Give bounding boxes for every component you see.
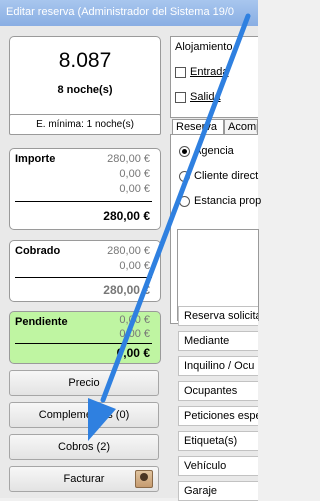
- field-etiquetas[interactable]: Etiqueta(s): [178, 431, 258, 451]
- facturar-label: Facturar: [63, 473, 105, 485]
- divider: [15, 201, 152, 202]
- total-panel: 8.087 8 noche(s): [9, 36, 161, 120]
- radio-button[interactable]: [179, 145, 190, 157]
- field-vehiculo[interactable]: Vehículo: [178, 456, 258, 476]
- divider: [15, 343, 152, 344]
- min-stay-label: E. mínima: 1 noche(s): [9, 114, 161, 135]
- window-title: Editar reserva (Administrador del Sistem…: [0, 0, 258, 26]
- field-garaje[interactable]: Garaje: [178, 481, 258, 501]
- radio-cliente-directo[interactable]: Cliente direct: [179, 170, 258, 182]
- user-icon: [135, 470, 153, 488]
- field-inquilino[interactable]: Inquilino / Ocu: [178, 356, 258, 376]
- cobrado-line: 280,00 €: [107, 245, 150, 257]
- alojamiento-group: Alojamiento Entrada Salida: [170, 36, 258, 118]
- nights-count: 8 noche(s): [57, 84, 113, 96]
- radio-label: Agencia: [194, 145, 234, 157]
- importe-panel: Importe 280,00 € 0,00 € 0,00 € 280,00 €: [9, 148, 161, 230]
- radio-estancia[interactable]: Estancia prop: [179, 195, 261, 207]
- importe-line: 280,00 €: [107, 153, 150, 165]
- pendiente-line: 0,00 €: [119, 328, 150, 340]
- radio-label: Estancia prop: [194, 195, 262, 207]
- cobrado-line: 0,00 €: [119, 260, 150, 272]
- entrada-checkbox[interactable]: [175, 66, 186, 78]
- cobrado-panel: Cobrado 280,00 € 0,00 € 280,00 €: [9, 240, 161, 302]
- field-ocupantes[interactable]: Ocupantes: [178, 381, 258, 401]
- radio-button[interactable]: [179, 170, 190, 182]
- pendiente-label: Pendiente: [15, 316, 68, 328]
- cobros-button[interactable]: Cobros (2): [9, 434, 159, 460]
- tab-strip: Reserva Acomp: [170, 119, 258, 135]
- field-reserva-solicitada[interactable]: Reserva solicitad: [178, 306, 258, 326]
- entrada-label: Entrada: [190, 66, 229, 78]
- pendiente-panel: Pendiente 0,00 € 0,00 € 0,00 €: [9, 311, 161, 364]
- alojamiento-title: Alojamiento: [175, 41, 233, 53]
- radio-agencia[interactable]: Agencia: [179, 145, 234, 157]
- pendiente-line: 0,00 €: [119, 314, 150, 326]
- field-peticiones[interactable]: Peticiones espe: [178, 406, 258, 426]
- precio-button[interactable]: Precio: [9, 370, 159, 396]
- radio-label: Cliente direct: [194, 170, 259, 182]
- pendiente-total: 0,00 €: [116, 346, 150, 360]
- tab-reserva[interactable]: Reserva: [172, 119, 224, 135]
- facturar-button[interactable]: Facturar: [9, 466, 159, 492]
- importe-line: 0,00 €: [119, 183, 150, 195]
- field-mediante[interactable]: Mediante: [178, 331, 258, 351]
- radio-button[interactable]: [179, 195, 190, 207]
- form-body: 8.087 8 noche(s) E. mínima: 1 noche(s) I…: [0, 26, 261, 501]
- total-amount: 8.087: [58, 49, 112, 72]
- importe-line: 0,00 €: [119, 168, 150, 180]
- salida-checkbox[interactable]: [175, 91, 186, 103]
- cobrado-label: Cobrado: [15, 245, 61, 257]
- entrada-row[interactable]: Entrada: [175, 66, 229, 78]
- importe-label: Importe: [15, 153, 56, 165]
- divider: [15, 277, 152, 278]
- complementos-button[interactable]: Complementos (0): [9, 402, 159, 428]
- cobrado-total: 280,00 €: [103, 283, 150, 297]
- reserva-tab-panel: Agencia Cliente direct Estancia prop: [170, 134, 261, 324]
- salida-label: Salida: [190, 91, 221, 103]
- tab-acompanantes[interactable]: Acomp: [224, 119, 258, 135]
- salida-row[interactable]: Salida: [175, 91, 221, 103]
- importe-total: 280,00 €: [103, 209, 150, 223]
